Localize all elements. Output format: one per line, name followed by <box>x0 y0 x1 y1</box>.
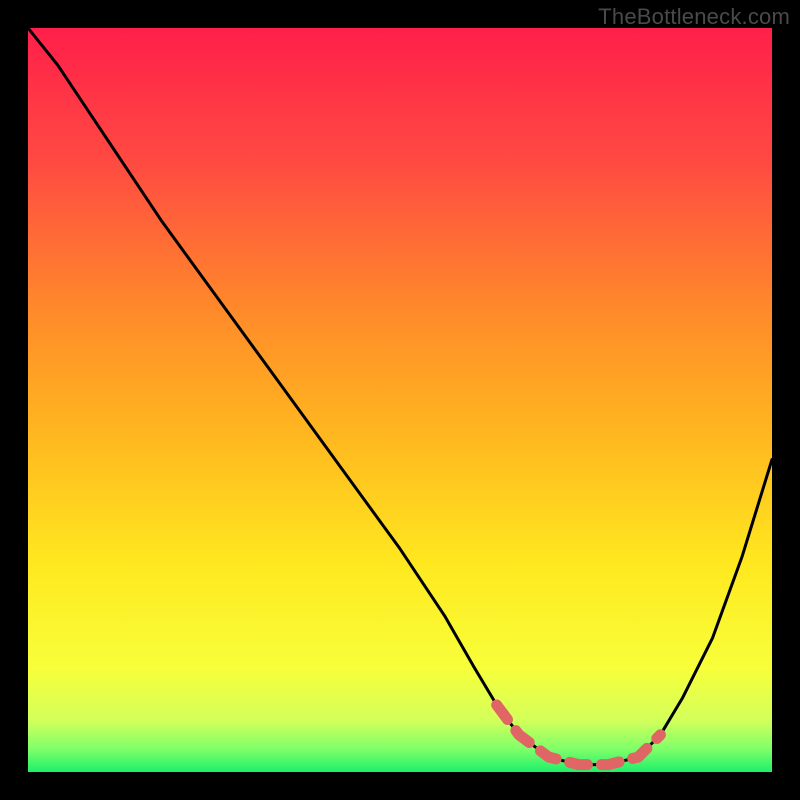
plot-svg <box>28 28 772 772</box>
gradient-background <box>28 28 772 772</box>
bottleneck-plot <box>28 28 772 772</box>
watermark-text: TheBottleneck.com <box>598 4 790 30</box>
chart-container: TheBottleneck.com <box>0 0 800 800</box>
